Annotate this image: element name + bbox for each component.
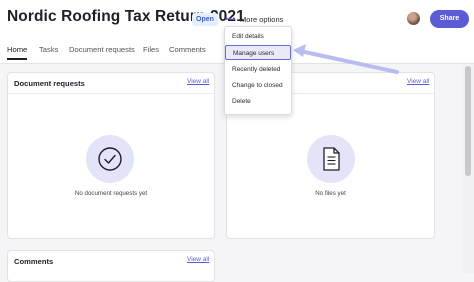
menu-item-manage-users[interactable]: Manage users	[225, 45, 291, 60]
scrollbar-thumb[interactable]	[465, 66, 471, 176]
annotation-arrow	[293, 44, 399, 74]
card-title: Comments	[14, 257, 54, 266]
more-options-button[interactable]: ••• More options	[225, 14, 283, 24]
tab-tasks[interactable]: Tasks	[39, 45, 58, 54]
tab-document-requests[interactable]: Document requests	[69, 45, 135, 54]
share-button[interactable]: Share	[430, 10, 469, 28]
scrollbar[interactable]	[462, 64, 474, 273]
tab-comments[interactable]: Comments	[169, 45, 206, 54]
card-title: Document requests	[14, 79, 85, 88]
view-all-link[interactable]: View all	[187, 78, 209, 85]
document-icon	[307, 135, 355, 183]
tab-home[interactable]: Home	[7, 45, 28, 60]
empty-state-text: No document requests yet	[74, 190, 148, 197]
tab-files[interactable]: Files	[143, 45, 159, 54]
check-circle-icon	[86, 135, 134, 183]
status-badge: Open	[192, 13, 218, 26]
more-options-label: More options	[240, 15, 284, 24]
more-dots-icon: •••	[225, 14, 236, 24]
empty-state-text: No files yet	[315, 190, 346, 197]
comments-card: Comments View all	[7, 250, 215, 282]
card-divider	[8, 93, 214, 94]
avatar[interactable]	[407, 12, 420, 25]
more-options-menu: Edit details Manage users Recently delet…	[224, 26, 292, 115]
menu-item-recently-deleted[interactable]: Recently deleted	[225, 62, 291, 77]
menu-item-change-to-closed[interactable]: Change to closed	[225, 78, 291, 93]
view-all-link[interactable]: View all	[407, 78, 429, 85]
view-all-link[interactable]: View all	[187, 256, 209, 263]
menu-item-delete[interactable]: Delete	[225, 94, 291, 109]
document-requests-card: Document requests View all No document r…	[7, 72, 215, 239]
menu-item-edit-details[interactable]: Edit details	[225, 29, 291, 44]
